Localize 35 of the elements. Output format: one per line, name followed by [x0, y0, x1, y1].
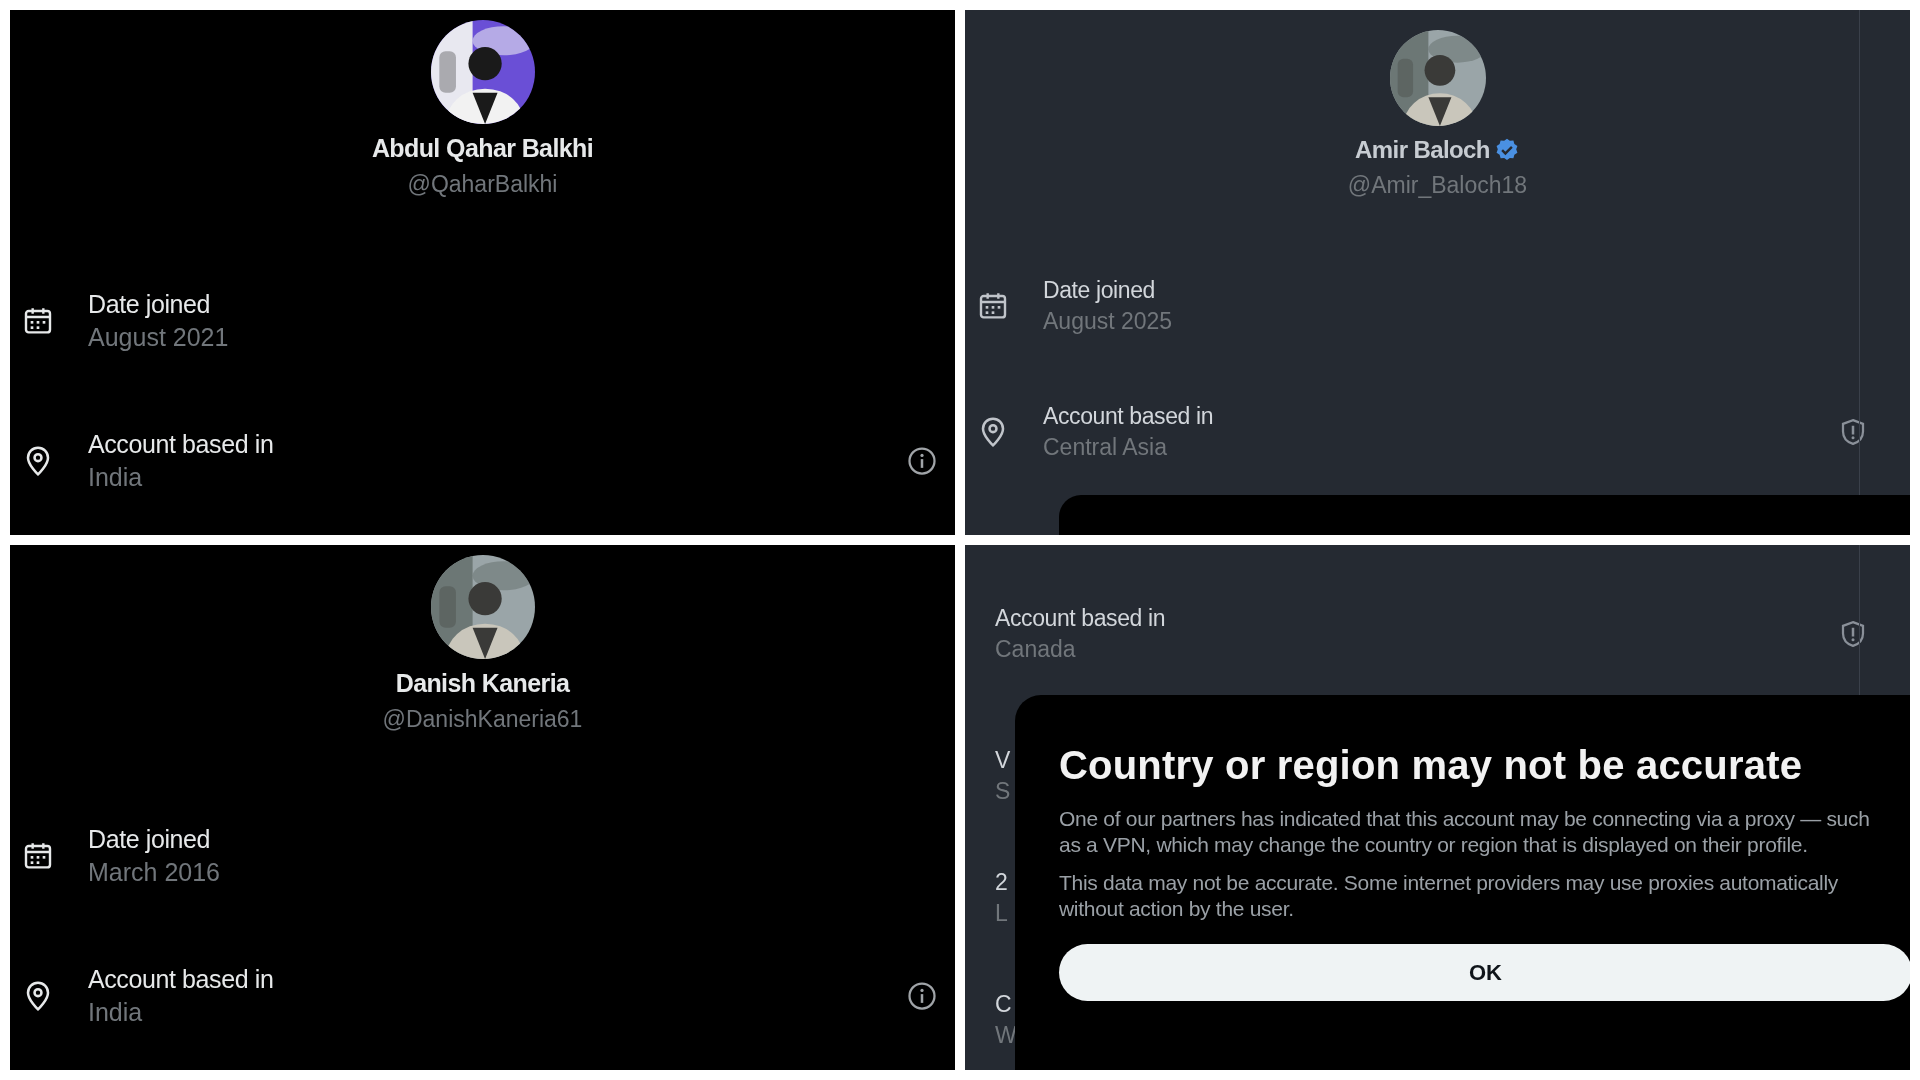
field-label: Date joined [88, 290, 212, 319]
field-label: Account based in [88, 430, 275, 459]
field-label: Date joined [88, 825, 212, 854]
field-label: Account based in [1043, 403, 1215, 430]
field-value: March 2016 [88, 858, 222, 887]
field-label: V [995, 747, 1010, 774]
info-icon[interactable] [907, 981, 937, 1011]
dialog-title: Country or region may not be accurate [1059, 743, 1804, 788]
field-label: Date joined [1043, 277, 1156, 304]
ok-button[interactable]: OK [1059, 944, 1910, 1001]
field-label: C [995, 991, 1012, 1018]
display-name: Abdul Qahar Balkhi [371, 134, 594, 163]
field-label: 2 [995, 869, 1008, 896]
info-icon[interactable] [907, 446, 937, 476]
display-name: Amir Baloch [1355, 136, 1490, 164]
field-value: India [88, 998, 144, 1027]
dialog-text: One of our partners has indicated that this account may be connecting via a proxy — such as a VPN, which may change the country or region that is displayed on their profile. [1059, 806, 1871, 858]
username-handle: @DanishKaneria61 [382, 706, 583, 733]
field-value: Canada [995, 636, 1077, 663]
display-name: Danish Kaneria [395, 669, 570, 698]
field-value: S [995, 778, 1011, 805]
calendar-icon [977, 290, 1009, 322]
username-handle: @QaharBalkhi [407, 171, 558, 198]
field-value: W [995, 1022, 1017, 1049]
field-value: August 2025 [1043, 308, 1174, 335]
dialog-text: This data may not be accurate. Some internet providers may use proxies automatically without action by the user. [1059, 870, 1839, 922]
field-value: L [995, 900, 1008, 927]
field-value: August 2021 [88, 323, 230, 352]
field-label: Account based in [995, 605, 1167, 632]
field-value: India [88, 463, 144, 492]
field-label: Account based in [88, 965, 275, 994]
calendar-icon [22, 305, 54, 337]
field-value: Central Asia [1043, 434, 1168, 461]
calendar-icon [22, 840, 54, 872]
username-handle: @Amir_Baloch18 [1347, 172, 1528, 199]
